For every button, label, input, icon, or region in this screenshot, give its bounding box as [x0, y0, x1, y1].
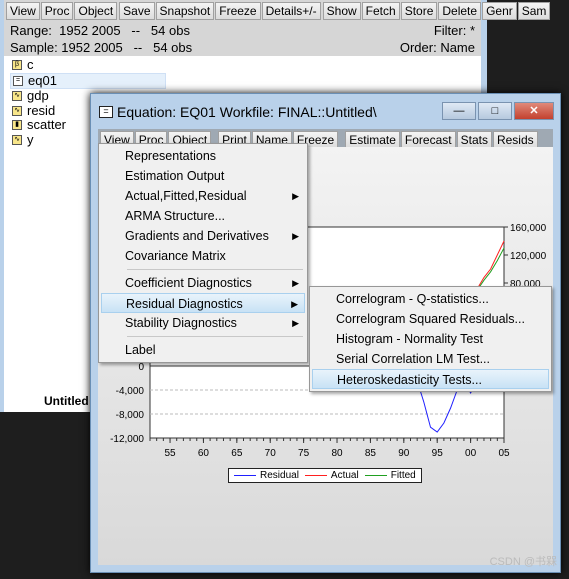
menu-item-label: Estimation Output [125, 169, 225, 183]
submenu-arrow-icon: ▶ [292, 191, 299, 201]
submenu-arrow-icon: ▶ [292, 278, 299, 288]
submenu-arrow-icon: ▶ [292, 318, 299, 328]
object-item-eq01[interactable]: = eq01 [10, 72, 166, 89]
menu-item-label: Label [125, 343, 156, 357]
object-name: scatter [27, 117, 67, 132]
object-item-c[interactable]: βc [10, 57, 166, 73]
menu-item-label: Gradients and Derivatives [125, 229, 269, 243]
toolbar-view-button[interactable]: View [6, 2, 40, 20]
x-tick-label: 95 [432, 448, 444, 459]
left-tick-label: -8,000 [116, 410, 145, 421]
menu-item-label: Representations [125, 149, 217, 163]
x-tick-label: 65 [231, 448, 243, 459]
menu-item-residual-diagnostics[interactable]: Residual Diagnostics ▶ [101, 293, 305, 313]
series-icon: ∿ [12, 91, 22, 102]
object-name: c [27, 57, 34, 72]
toolbar-snapshot-button[interactable]: Snapshot [155, 2, 215, 20]
x-tick-label: 00 [465, 448, 477, 459]
left-tick-label: -4,000 [116, 386, 145, 397]
toolbar-proc-button[interactable]: Proc [40, 2, 74, 20]
toolbar-store-button[interactable]: Store [400, 2, 438, 20]
legend: Residual Actual Fitted [228, 468, 422, 483]
menu-item-label: Stability Diagnostics [125, 316, 237, 330]
menu-item-label: Covariance Matrix [125, 249, 226, 263]
menu-item-actual-fitted-residual[interactable]: Actual,Fitted,Residual ▶ [101, 186, 305, 206]
menu-item-gradients-and-derivatives[interactable]: Gradients and Derivatives ▶ [101, 226, 305, 246]
x-tick-label: 80 [331, 448, 343, 459]
menu-item-label: Residual Diagnostics [126, 297, 243, 311]
menu-item-label: Actual,Fitted,Residual [125, 189, 247, 203]
submenu-item-heteroskedasticity-tests-[interactable]: Heteroskedasticity Tests... [312, 369, 549, 389]
menu-item-label[interactable]: Label [101, 340, 305, 360]
coef-icon: β [12, 60, 22, 71]
object-name: eq01 [28, 72, 57, 88]
toolbar-show-button[interactable]: Show [322, 2, 361, 20]
view-menu: Representations Estimation Output Actual,F… [98, 143, 308, 363]
menu-item-estimation-output[interactable]: Estimation Output [101, 166, 305, 186]
object-name: gdp [27, 88, 49, 103]
menu-item-coefficient-diagnostics[interactable]: Coefficient Diagnostics ▶ [101, 273, 305, 293]
legend-residual: Residual [234, 470, 299, 481]
tab-untitled[interactable]: Untitled [40, 394, 93, 408]
right-tick-label: 120,000 [510, 251, 547, 262]
filter-text[interactable]: Filter: * [434, 22, 475, 39]
toolbar-object-button[interactable]: Object [74, 2, 118, 20]
series-icon: ∿ [12, 105, 22, 116]
graph-icon: ▮ [12, 120, 22, 131]
x-tick-label: 55 [164, 448, 176, 459]
toolbar-save-button[interactable]: Save [119, 2, 155, 20]
order-text[interactable]: Order: Name [400, 39, 475, 56]
submenu-item-correlogram-squared-residuals-[interactable]: Correlogram Squared Residuals... [312, 309, 549, 329]
submenu-item-correlogram-q-statistics-[interactable]: Correlogram - Q-statistics... [312, 289, 549, 309]
submenu-arrow-icon: ▶ [292, 231, 299, 241]
series-icon: ∿ [12, 134, 22, 145]
toolbar-freeze-button[interactable]: Freeze [215, 2, 261, 20]
equation-icon: = [13, 75, 23, 86]
menu-separator [127, 269, 303, 270]
x-tick-label: 60 [198, 448, 210, 459]
x-tick-label: 70 [265, 448, 277, 459]
workfile-info: Range: 1952 2005 -- 54 obs Filter: * Samp… [4, 22, 481, 56]
minimize-button[interactable]: — [442, 102, 476, 120]
x-tick-label: 90 [398, 448, 410, 459]
workfile-toolbar: View Proc Object Save Snapshot Freeze Details+… [4, 0, 551, 22]
residual-diagnostics-submenu: Correlogram - Q-statistics... Correlogram… [309, 286, 552, 392]
maximize-button[interactable]: □ [478, 102, 512, 120]
x-tick-label: 05 [498, 448, 510, 459]
toolbar-sam-button[interactable]: Sam [517, 2, 551, 20]
legend-fitted: Fitted [364, 470, 416, 481]
toolbar-fetch-button[interactable]: Fetch [361, 2, 400, 20]
menu-item-representations[interactable]: Representations [101, 146, 305, 166]
range-text: Range: 1952 2005 -- 54 obs [10, 23, 190, 38]
object-name: y [27, 131, 34, 147]
left-tick-label: -12,000 [110, 434, 144, 445]
menu-separator [127, 336, 303, 337]
menu-item-stability-diagnostics[interactable]: Stability Diagnostics ▶ [101, 313, 305, 333]
right-tick-label: 160,000 [510, 223, 547, 234]
legend-actual: Actual [304, 470, 359, 481]
object-name: resid [27, 102, 56, 118]
x-tick-label: 75 [298, 448, 310, 459]
sample-text: Sample: 1952 2005 -- 54 obs [10, 40, 193, 55]
menu-item-covariance-matrix[interactable]: Covariance Matrix [101, 246, 305, 266]
x-tick-label: 85 [365, 448, 377, 459]
menu-item-arma-structure-[interactable]: ARMA Structure... [101, 206, 305, 226]
equation-icon: = [99, 105, 113, 118]
submenu-item-serial-correlation-lm-test-[interactable]: Serial Correlation LM Test... [312, 349, 549, 369]
toolbar-genr-button[interactable]: Genr [482, 2, 517, 20]
menu-item-label: ARMA Structure... [125, 209, 226, 223]
close-button[interactable]: ✕ [514, 102, 554, 120]
toolbar-delete-button[interactable]: Delete [438, 2, 482, 20]
submenu-item-histogram-normality-test[interactable]: Histogram - Normality Test [312, 329, 549, 349]
left-tick-label: 0 [138, 362, 144, 373]
menu-item-label: Coefficient Diagnostics [125, 276, 252, 290]
window-title: Equation: EQ01 Workfile: FINAL::Untitled… [117, 103, 377, 120]
watermark: CSDN @书槑 [489, 556, 557, 568]
toolbar-details-button[interactable]: Details+/- [261, 2, 321, 20]
submenu-arrow-icon: ▶ [291, 299, 298, 309]
